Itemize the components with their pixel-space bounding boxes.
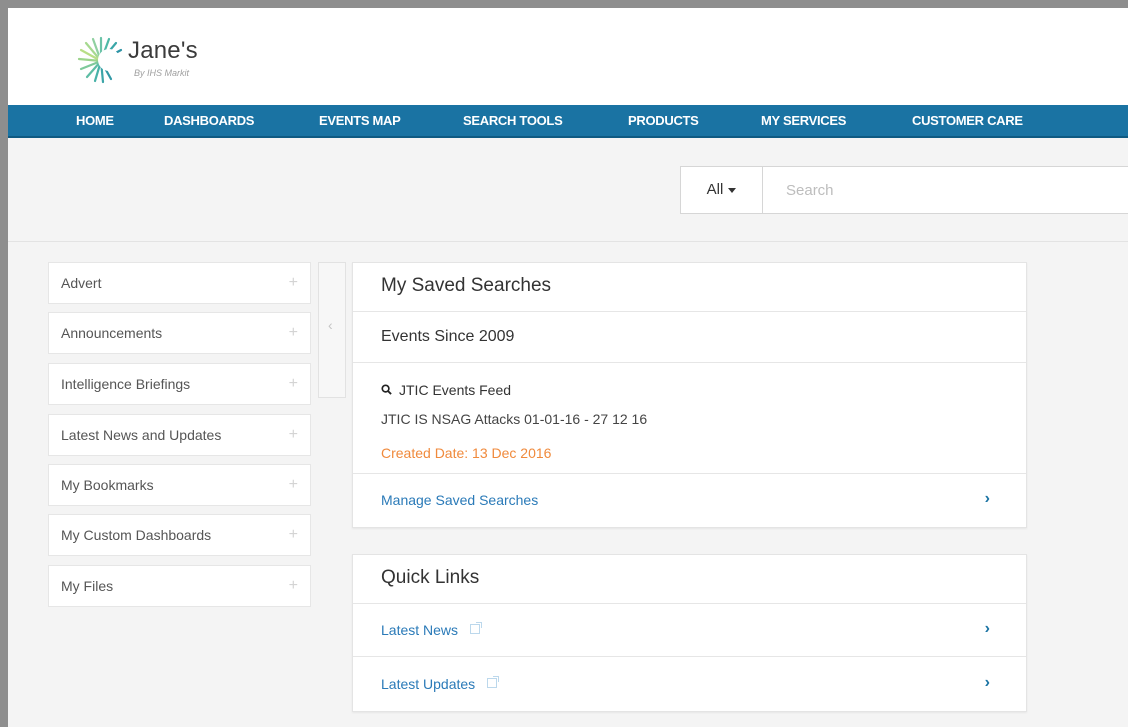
quick-link-latest-updates[interactable]: Latest Updates › — [353, 657, 1026, 711]
saved-search-created-date: Created Date: 13 Dec 2016 — [381, 445, 552, 461]
chevron-right-icon[interactable]: › — [985, 490, 990, 508]
saved-searches-title: My Saved Searches — [381, 275, 552, 296]
main-nav: HOME DASHBOARDS EVENTS MAP SEARCH TOOLS … — [8, 105, 1128, 138]
quick-link-label[interactable]: Latest News — [381, 622, 483, 638]
saved-searches-header: My Saved Searches — [353, 263, 1026, 312]
saved-search-feed-name: JTIC Events Feed — [399, 382, 512, 398]
manage-saved-searches-row[interactable]: Manage Saved Searches › — [353, 474, 1026, 527]
saved-search-name[interactable]: JTIC IS NSAG Attacks 01-01-16 - 27 12 16 — [381, 411, 647, 427]
sidebar-item-label: My Files — [61, 578, 114, 594]
plus-icon[interactable]: + — [289, 465, 298, 505]
plus-icon[interactable]: + — [289, 313, 298, 353]
quick-link-latest-news[interactable]: Latest News › — [353, 604, 1026, 657]
sidebar-collapse-toggle[interactable]: ‹ — [318, 262, 346, 398]
sidebar-item-my-custom-dashboards[interactable]: My Custom Dashboards + — [48, 514, 311, 556]
plus-icon[interactable]: + — [289, 566, 298, 606]
search-icon — [381, 383, 392, 398]
external-link-icon — [470, 622, 483, 634]
sidebar-item-label: Intelligence Briefings — [61, 376, 191, 392]
sidebar-item-latest-news-and-updates[interactable]: Latest News and Updates + — [48, 414, 311, 456]
quick-link-text: Latest Updates — [381, 676, 476, 692]
nav-dashboards[interactable]: DASHBOARDS — [164, 105, 254, 136]
saved-search-group-title: Events Since 2009 — [381, 328, 515, 345]
nav-home[interactable]: HOME — [76, 105, 114, 136]
saved-search-feed: JTIC Events Feed — [381, 382, 511, 398]
search-bar-area: All — [8, 140, 1128, 242]
janes-logo-mark-icon — [77, 36, 123, 84]
nav-customer-care[interactable]: CUSTOMER CARE — [912, 105, 1023, 136]
sidebar-item-intelligence-briefings[interactable]: Intelligence Briefings + — [48, 363, 311, 405]
plus-icon[interactable]: + — [289, 515, 298, 555]
plus-icon[interactable]: + — [289, 415, 298, 455]
sidebar-item-advert[interactable]: Advert + — [48, 262, 311, 304]
sidebar-item-label: My Bookmarks — [61, 477, 154, 493]
quick-links-title: Quick Links — [381, 567, 480, 588]
brand-name: Jane's — [128, 37, 198, 64]
external-link-icon — [487, 676, 500, 688]
plus-icon[interactable]: + — [289, 263, 298, 303]
app-window: Jane's By IHS Markit HOME DASHBOARDS EVE… — [8, 8, 1128, 727]
plus-icon[interactable]: + — [289, 364, 298, 404]
nav-search-tools[interactable]: SEARCH TOOLS — [463, 105, 563, 136]
manage-saved-searches-link[interactable]: Manage Saved Searches — [381, 492, 538, 508]
search-scope-dropdown[interactable]: All — [681, 167, 763, 213]
sidebar-item-announcements[interactable]: Announcements + — [48, 312, 311, 354]
saved-searches-panel: My Saved Searches Events Since 2009 JTIC… — [352, 262, 1027, 528]
sidebar-item-label: Latest News and Updates — [61, 427, 222, 443]
caret-down-icon — [728, 187, 737, 193]
quick-link-text: Latest News — [381, 622, 459, 638]
sidebar-item-my-bookmarks[interactable]: My Bookmarks + — [48, 464, 311, 506]
sidebar-item-label: My Custom Dashboards — [61, 527, 212, 543]
nav-products[interactable]: PRODUCTS — [628, 105, 699, 136]
chevron-left-icon: ‹ — [328, 317, 333, 333]
sidebar-item-label: Announcements — [61, 325, 163, 341]
chevron-right-icon[interactable]: › — [985, 620, 990, 638]
janes-logo[interactable]: Jane's By IHS Markit — [76, 30, 246, 90]
saved-search-group-header: Events Since 2009 — [353, 312, 1026, 363]
nav-my-services[interactable]: MY SERVICES — [761, 105, 846, 136]
quick-links-header: Quick Links — [353, 555, 1026, 604]
quick-link-label[interactable]: Latest Updates — [381, 676, 500, 692]
brand-tagline: By IHS Markit — [134, 68, 190, 78]
search-scope-label: All — [706, 181, 724, 198]
quick-links-panel: Quick Links Latest News › Latest Updates… — [352, 554, 1027, 712]
nav-events-map[interactable]: EVENTS MAP — [319, 105, 401, 136]
saved-search-entry[interactable]: JTIC Events Feed JTIC IS NSAG Attacks 01… — [353, 363, 1026, 474]
search-input[interactable] — [764, 167, 1128, 213]
chevron-right-icon[interactable]: › — [985, 674, 990, 692]
search-group: All — [680, 166, 1128, 214]
sidebar-item-label: Advert — [61, 275, 102, 291]
sidebar-item-my-files[interactable]: My Files + — [48, 565, 311, 607]
brand-header: Jane's By IHS Markit — [8, 8, 1128, 105]
